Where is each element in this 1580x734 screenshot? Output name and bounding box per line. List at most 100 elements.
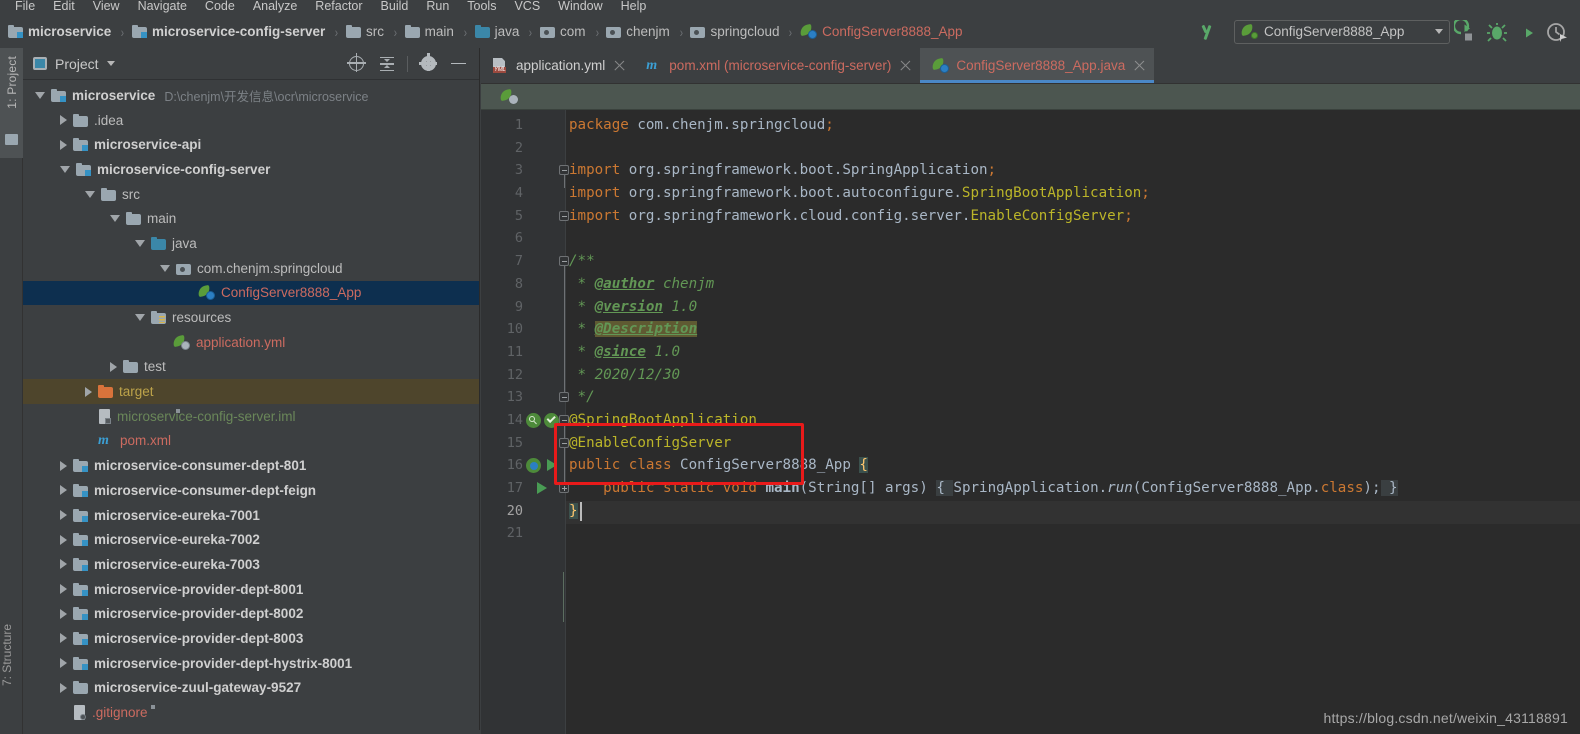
chevron-down-icon[interactable] xyxy=(85,190,95,198)
project-tree-scrollbar[interactable] xyxy=(46,730,503,734)
chevron-right-icon[interactable] xyxy=(60,139,67,150)
spring-bean-search-icon[interactable] xyxy=(526,412,541,428)
run-gutter-icon[interactable] xyxy=(537,482,547,494)
run-configuration-selector[interactable]: ConfigServer8888_App xyxy=(1234,19,1450,44)
tree-item-application-yml[interactable]: application.yml xyxy=(23,330,479,355)
menu-item-edit[interactable]: Edit xyxy=(44,0,84,13)
tree-item-microservice-config-server-iml[interactable]: microservice-config-server.iml xyxy=(23,404,479,429)
breadcrumb-item-microservice-config-server[interactable]: microservice-config-server xyxy=(131,24,325,39)
chevron-down-icon[interactable] xyxy=(110,215,120,223)
close-icon[interactable] xyxy=(613,59,626,72)
collapse-all-button[interactable] xyxy=(372,51,402,77)
tree-item-microservice-provider-dept-hystrix-8001[interactable]: microservice-provider-dept-hystrix-8001 xyxy=(23,651,479,676)
chevron-right-icon[interactable] xyxy=(60,460,67,471)
favorites-folder-icon[interactable] xyxy=(5,134,18,145)
chevron-down-icon[interactable] xyxy=(35,91,45,99)
tree-item-microservice-config-server[interactable]: microservice-config-server xyxy=(23,157,479,182)
tree-item-test[interactable]: test xyxy=(23,355,479,380)
tree-item-microservice[interactable]: microservice D:\chenjm\开发信息\ocr\microserv… xyxy=(23,83,479,108)
breadcrumb-item-main[interactable]: main xyxy=(404,24,454,39)
line-number: 6 xyxy=(514,230,523,247)
run-button[interactable] xyxy=(1452,17,1480,44)
debug-button[interactable] xyxy=(1484,20,1510,44)
breadcrumb-item-microservice[interactable]: microservice xyxy=(8,24,111,39)
chevron-right-icon[interactable] xyxy=(60,682,67,693)
run-with-coverage-button[interactable] xyxy=(1514,20,1540,44)
tree-item-java[interactable]: java xyxy=(23,231,479,256)
tree-item-idea[interactable]: .idea xyxy=(23,108,479,133)
menu-item-build[interactable]: Build xyxy=(372,0,418,13)
tree-item-microservice-provider-dept-8001[interactable]: microservice-provider-dept-8001 xyxy=(23,577,479,602)
tree-item-target[interactable]: target xyxy=(23,379,479,404)
menu-item-vcs[interactable]: VCS xyxy=(505,0,549,13)
chevron-right-icon[interactable] xyxy=(60,633,67,644)
tree-item-configserver8888-app[interactable]: ConfigServer8888_App xyxy=(23,280,479,306)
tree-item-gitignore[interactable]: .gitignore xyxy=(23,700,479,725)
chevron-right-icon[interactable] xyxy=(60,485,67,496)
settings-button[interactable] xyxy=(413,51,443,77)
sidebar-item-structure-tab[interactable]: 7: Structure xyxy=(0,624,23,730)
run-gutter-icon[interactable] xyxy=(547,459,557,472)
scroll-from-source-button[interactable] xyxy=(342,51,372,77)
chevron-down-icon[interactable] xyxy=(106,61,115,66)
chevron-down-icon[interactable] xyxy=(1435,29,1443,34)
tree-item-microservice-provider-dept-8002[interactable]: microservice-provider-dept-8002 xyxy=(23,601,479,626)
build-hammer-icon[interactable] xyxy=(1200,22,1220,42)
folder-icon xyxy=(123,360,138,374)
tab-configserver8888-app-java[interactable]: ConfigServer8888_App.java xyxy=(920,48,1155,83)
breadcrumb-item-src[interactable]: src xyxy=(346,24,384,39)
menu-item-code[interactable]: Code xyxy=(196,0,244,13)
tree-item-resources[interactable]: resources xyxy=(23,305,479,330)
tree-item-microservice-consumer-dept-801[interactable]: microservice-consumer-dept-801 xyxy=(23,453,479,478)
tree-item-microservice-eureka-7002[interactable]: microservice-eureka-7002 xyxy=(23,527,479,552)
breadcrumb-item-com[interactable]: com xyxy=(540,24,586,39)
code-editor[interactable]: 1 package com.chenjm.springcloud; 2 3 im… xyxy=(481,110,1580,734)
tree-item-microservice-provider-dept-8003[interactable]: microservice-provider-dept-8003 xyxy=(23,626,479,651)
spring-boot-class-icon xyxy=(799,23,818,39)
close-icon[interactable] xyxy=(899,59,912,72)
spring-config-check-icon[interactable] xyxy=(544,412,559,428)
profiler-button[interactable] xyxy=(1544,20,1570,44)
chevron-down-icon[interactable] xyxy=(135,314,145,322)
spring-boot-bean-icon[interactable] xyxy=(526,458,541,474)
menu-item-run[interactable]: Run xyxy=(417,0,458,13)
menu-item-window[interactable]: Window xyxy=(549,0,611,13)
tree-item-microservice-api[interactable]: microservice-api xyxy=(23,132,479,157)
chevron-right-icon[interactable] xyxy=(60,584,67,595)
menu-item-file[interactable]: File xyxy=(6,0,44,13)
breadcrumb-item-springcloud[interactable]: springcloud xyxy=(690,24,779,39)
project-tree[interactable]: microservice D:\chenjm\开发信息\ocr\microserv… xyxy=(23,80,479,734)
chevron-right-icon[interactable] xyxy=(60,115,67,126)
chevron-right-icon[interactable] xyxy=(60,658,67,669)
tree-item-src[interactable]: src xyxy=(23,182,479,207)
tab-pom-xml[interactable]: m pom.xml (microservice-config-server) xyxy=(634,48,920,83)
chevron-down-icon[interactable] xyxy=(135,239,145,247)
tree-item-microservice-consumer-dept-feign[interactable]: microservice-consumer-dept-feign xyxy=(23,478,479,503)
chevron-right-icon[interactable] xyxy=(60,510,67,521)
menu-item-refactor[interactable]: Refactor xyxy=(306,0,371,13)
chevron-right-icon[interactable] xyxy=(60,534,67,545)
breadcrumb-item-configserver8888-app[interactable]: ConfigServer8888_App xyxy=(799,23,963,39)
tree-item-microservice-eureka-7003[interactable]: microservice-eureka-7003 xyxy=(23,552,479,577)
menu-item-help[interactable]: Help xyxy=(612,0,656,13)
chevron-down-icon[interactable] xyxy=(160,264,170,272)
chevron-right-icon[interactable] xyxy=(60,559,67,570)
menu-item-view[interactable]: View xyxy=(84,0,129,13)
hide-panel-button[interactable] xyxy=(443,51,473,77)
tree-item-pom-xml[interactable]: m pom.xml xyxy=(23,429,479,454)
chevron-down-icon[interactable] xyxy=(60,165,70,173)
menu-item-tools[interactable]: Tools xyxy=(458,0,505,13)
close-icon[interactable] xyxy=(1133,59,1146,72)
breadcrumb-item-java[interactable]: java xyxy=(474,24,519,39)
menu-item-analyze[interactable]: Analyze xyxy=(244,0,306,13)
breadcrumb-item-chenjm[interactable]: chenjm xyxy=(606,24,670,39)
tree-item-main[interactable]: main xyxy=(23,206,479,231)
chevron-right-icon[interactable] xyxy=(85,386,92,397)
chevron-right-icon[interactable] xyxy=(110,361,117,372)
tree-item-com-chenjm-springcloud[interactable]: com.chenjm.springcloud xyxy=(23,256,479,281)
tree-item-microservice-zuul-gateway-9527[interactable]: microservice-zuul-gateway-9527 xyxy=(23,676,479,701)
tab-application-yml[interactable]: YML application.yml xyxy=(481,48,634,83)
menu-item-navigate[interactable]: Navigate xyxy=(129,0,196,13)
tree-item-microservice-eureka-7001[interactable]: microservice-eureka-7001 xyxy=(23,503,479,528)
chevron-right-icon[interactable] xyxy=(60,608,67,619)
